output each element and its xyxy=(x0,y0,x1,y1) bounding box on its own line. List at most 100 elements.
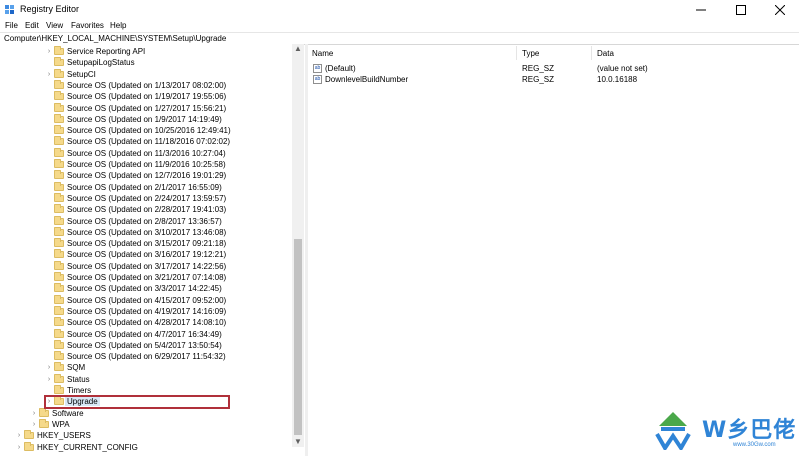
menu-file[interactable]: File xyxy=(5,21,18,30)
expand-chevron-icon[interactable]: › xyxy=(15,430,23,441)
tree-item[interactable]: Source OS (Updated on 4/19/2017 14:16:09… xyxy=(0,305,292,317)
tree-item-label: Source OS (Updated on 1/19/2017 19:55:06… xyxy=(67,92,227,102)
tree-item[interactable]: Source OS (Updated on 3/10/2017 13:46:08… xyxy=(0,226,292,238)
folder-icon xyxy=(54,181,64,191)
tree-item-label: Software xyxy=(52,408,84,418)
tree-item[interactable]: › HKEY_CURRENT_CONFIG xyxy=(0,441,292,453)
folder-icon xyxy=(54,113,64,123)
scroll-down-icon[interactable]: ▼ xyxy=(292,437,304,447)
tree-item[interactable]: Source OS (Updated on 3/21/2017 07:14:08… xyxy=(0,272,292,283)
tree-item-label: Source OS (Updated on 3/17/2017 14:22:56… xyxy=(67,261,227,271)
folder-icon xyxy=(54,79,64,89)
tree-item-label: Source OS (Updated on 3/21/2017 07:14:08… xyxy=(67,273,227,282)
tree-item-label: Source OS (Updated on 3/10/2017 13:46:08… xyxy=(67,227,227,237)
expand-chevron-icon[interactable]: › xyxy=(30,419,38,430)
tree-item[interactable]: › SetupCI xyxy=(0,68,292,80)
expand-chevron-icon[interactable]: › xyxy=(45,69,53,80)
tree-item[interactable]: Source OS (Updated on 1/13/2017 08:02:00… xyxy=(0,79,292,91)
folder-icon xyxy=(54,317,64,327)
tree-item-label: Source OS (Updated on 6/29/2017 11:54:32… xyxy=(67,352,226,362)
tree-item[interactable]: Source OS (Updated on 4/7/2017 16:34:49) xyxy=(0,328,292,340)
column-divider[interactable] xyxy=(516,46,517,60)
expand-chevron-icon[interactable]: › xyxy=(45,374,53,385)
tree-item[interactable]: Source OS (Updated on 6/29/2017 11:54:32… xyxy=(0,351,292,362)
tree-item[interactable]: Source OS (Updated on 2/24/2017 13:59:57… xyxy=(0,192,292,204)
watermark-url: www.30Gw.com xyxy=(733,442,776,448)
column-name[interactable]: Name xyxy=(312,49,333,58)
title-bar: Registry Editor xyxy=(0,0,800,19)
folder-icon xyxy=(54,159,64,168)
menu-favorites[interactable]: Favorites xyxy=(71,21,104,30)
tree-item[interactable]: Source OS (Updated on 4/15/2017 09:52:00… xyxy=(0,294,292,306)
folder-icon xyxy=(54,362,64,372)
menu-help[interactable]: Help xyxy=(110,21,126,30)
tree-item[interactable]: › Service Reporting API xyxy=(0,46,292,57)
tree-item[interactable]: › Software xyxy=(0,407,292,419)
tree-item[interactable]: Source OS (Updated on 5/4/2017 13:50:54) xyxy=(0,339,292,351)
tree-item[interactable]: Source OS (Updated on 1/9/2017 14:19:49) xyxy=(0,113,292,125)
menu-bar: File Edit View Favorites Help xyxy=(0,19,800,32)
tree-item[interactable]: › WPA xyxy=(0,418,292,430)
menu-view[interactable]: View xyxy=(46,21,63,30)
folder-icon xyxy=(54,351,64,361)
tree-item[interactable]: Source OS (Updated on 4/28/2017 14:08:10… xyxy=(0,317,292,328)
tree-item[interactable]: Source OS (Updated on 3/3/2017 14:22:45) xyxy=(0,283,292,294)
folder-icon xyxy=(54,226,64,236)
close-icon xyxy=(775,4,785,15)
value-row[interactable]: ab DownlevelBuildNumber REG_SZ 10.0.1618… xyxy=(308,74,800,86)
folder-icon xyxy=(54,68,64,78)
tree-item[interactable]: SetupapiLogStatus xyxy=(0,57,292,68)
value-data: 10.0.16188 xyxy=(597,75,638,84)
expand-chevron-icon[interactable]: › xyxy=(45,46,53,57)
folder-icon xyxy=(24,441,34,451)
scroll-up-icon[interactable]: ▲ xyxy=(292,44,304,54)
expand-chevron-icon[interactable]: › xyxy=(15,442,23,453)
tree-item-label: Source OS (Updated on 3/15/2017 09:21:18… xyxy=(67,239,227,249)
tree-item[interactable]: Source OS (Updated on 2/28/2017 19:41:03… xyxy=(0,204,292,215)
tree-item[interactable]: Source OS (Updated on 11/3/2016 10:27:04… xyxy=(0,147,292,159)
column-divider[interactable] xyxy=(591,46,592,60)
scroll-thumb[interactable] xyxy=(294,239,302,435)
minimize-button[interactable] xyxy=(681,0,721,19)
tree-item[interactable]: Source OS (Updated on 2/8/2017 13:36:57) xyxy=(0,215,292,227)
tree-item[interactable]: Source OS (Updated on 12/7/2016 19:01:29… xyxy=(0,170,292,181)
column-type[interactable]: Type xyxy=(522,49,539,58)
folder-icon xyxy=(54,339,64,349)
watermark-text: W乡巴佬 xyxy=(702,418,797,443)
tree-item[interactable]: Source OS (Updated on 3/15/2017 09:21:18… xyxy=(0,238,292,249)
tree-item[interactable]: Source OS (Updated on 1/27/2017 15:56:21… xyxy=(0,102,292,114)
tree-item-label: Source OS (Updated on 4/7/2017 16:34:49) xyxy=(67,329,222,339)
folder-icon xyxy=(54,215,64,225)
tree-item-label: Source OS (Updated on 4/28/2017 14:08:10… xyxy=(67,318,227,328)
site-watermark: W乡巴佬 www.30Gw.com xyxy=(647,405,798,452)
maximize-button[interactable] xyxy=(721,0,761,19)
expand-chevron-icon[interactable]: › xyxy=(45,362,53,373)
string-value-icon: ab xyxy=(313,64,322,73)
close-button[interactable] xyxy=(760,0,800,19)
tree-item[interactable]: › SQM xyxy=(0,362,292,373)
tree-item[interactable]: Source OS (Updated on 11/18/2016 07:02:0… xyxy=(0,136,292,147)
expand-chevron-icon[interactable]: › xyxy=(30,408,38,419)
values-pane: Name Type Data ab (Default) REG_SZ (valu… xyxy=(308,44,800,456)
tree-item-label: Source OS (Updated on 11/3/2016 10:27:04… xyxy=(67,148,226,158)
tree-item[interactable]: Source OS (Updated on 2/1/2017 16:55:09) xyxy=(0,181,292,193)
folder-icon xyxy=(54,272,64,281)
tree-item-label: Service Reporting API xyxy=(67,47,146,56)
folder-icon xyxy=(54,238,64,248)
tree-item[interactable]: › Status xyxy=(0,373,292,385)
tree-item-label: Source OS (Updated on 1/9/2017 14:19:49) xyxy=(67,114,222,124)
tree-item[interactable]: › HKEY_USERS xyxy=(0,430,292,441)
folder-icon xyxy=(54,249,64,259)
tree-scrollbar[interactable]: ▲ ▼ xyxy=(292,44,304,447)
tree-item[interactable]: Source OS (Updated on 1/19/2017 19:55:06… xyxy=(0,91,292,102)
tree-item[interactable]: Source OS (Updated on 3/17/2017 14:22:56… xyxy=(0,260,292,272)
tree-item[interactable]: Source OS (Updated on 10/25/2016 12:49:4… xyxy=(0,125,292,136)
folder-icon xyxy=(54,57,64,67)
column-data[interactable]: Data xyxy=(597,49,614,58)
tree-item-label: Source OS (Updated on 11/9/2016 10:25:58… xyxy=(67,160,226,169)
menu-edit[interactable]: Edit xyxy=(25,21,39,30)
tree-item[interactable]: Source OS (Updated on 3/16/2017 19:12:21… xyxy=(0,249,292,260)
tree-item[interactable]: Source OS (Updated on 11/9/2016 10:25:58… xyxy=(0,159,292,170)
address-path[interactable]: Computer\HKEY_LOCAL_MACHINE\SYSTEM\Setup… xyxy=(4,34,226,43)
folder-icon xyxy=(54,125,64,135)
